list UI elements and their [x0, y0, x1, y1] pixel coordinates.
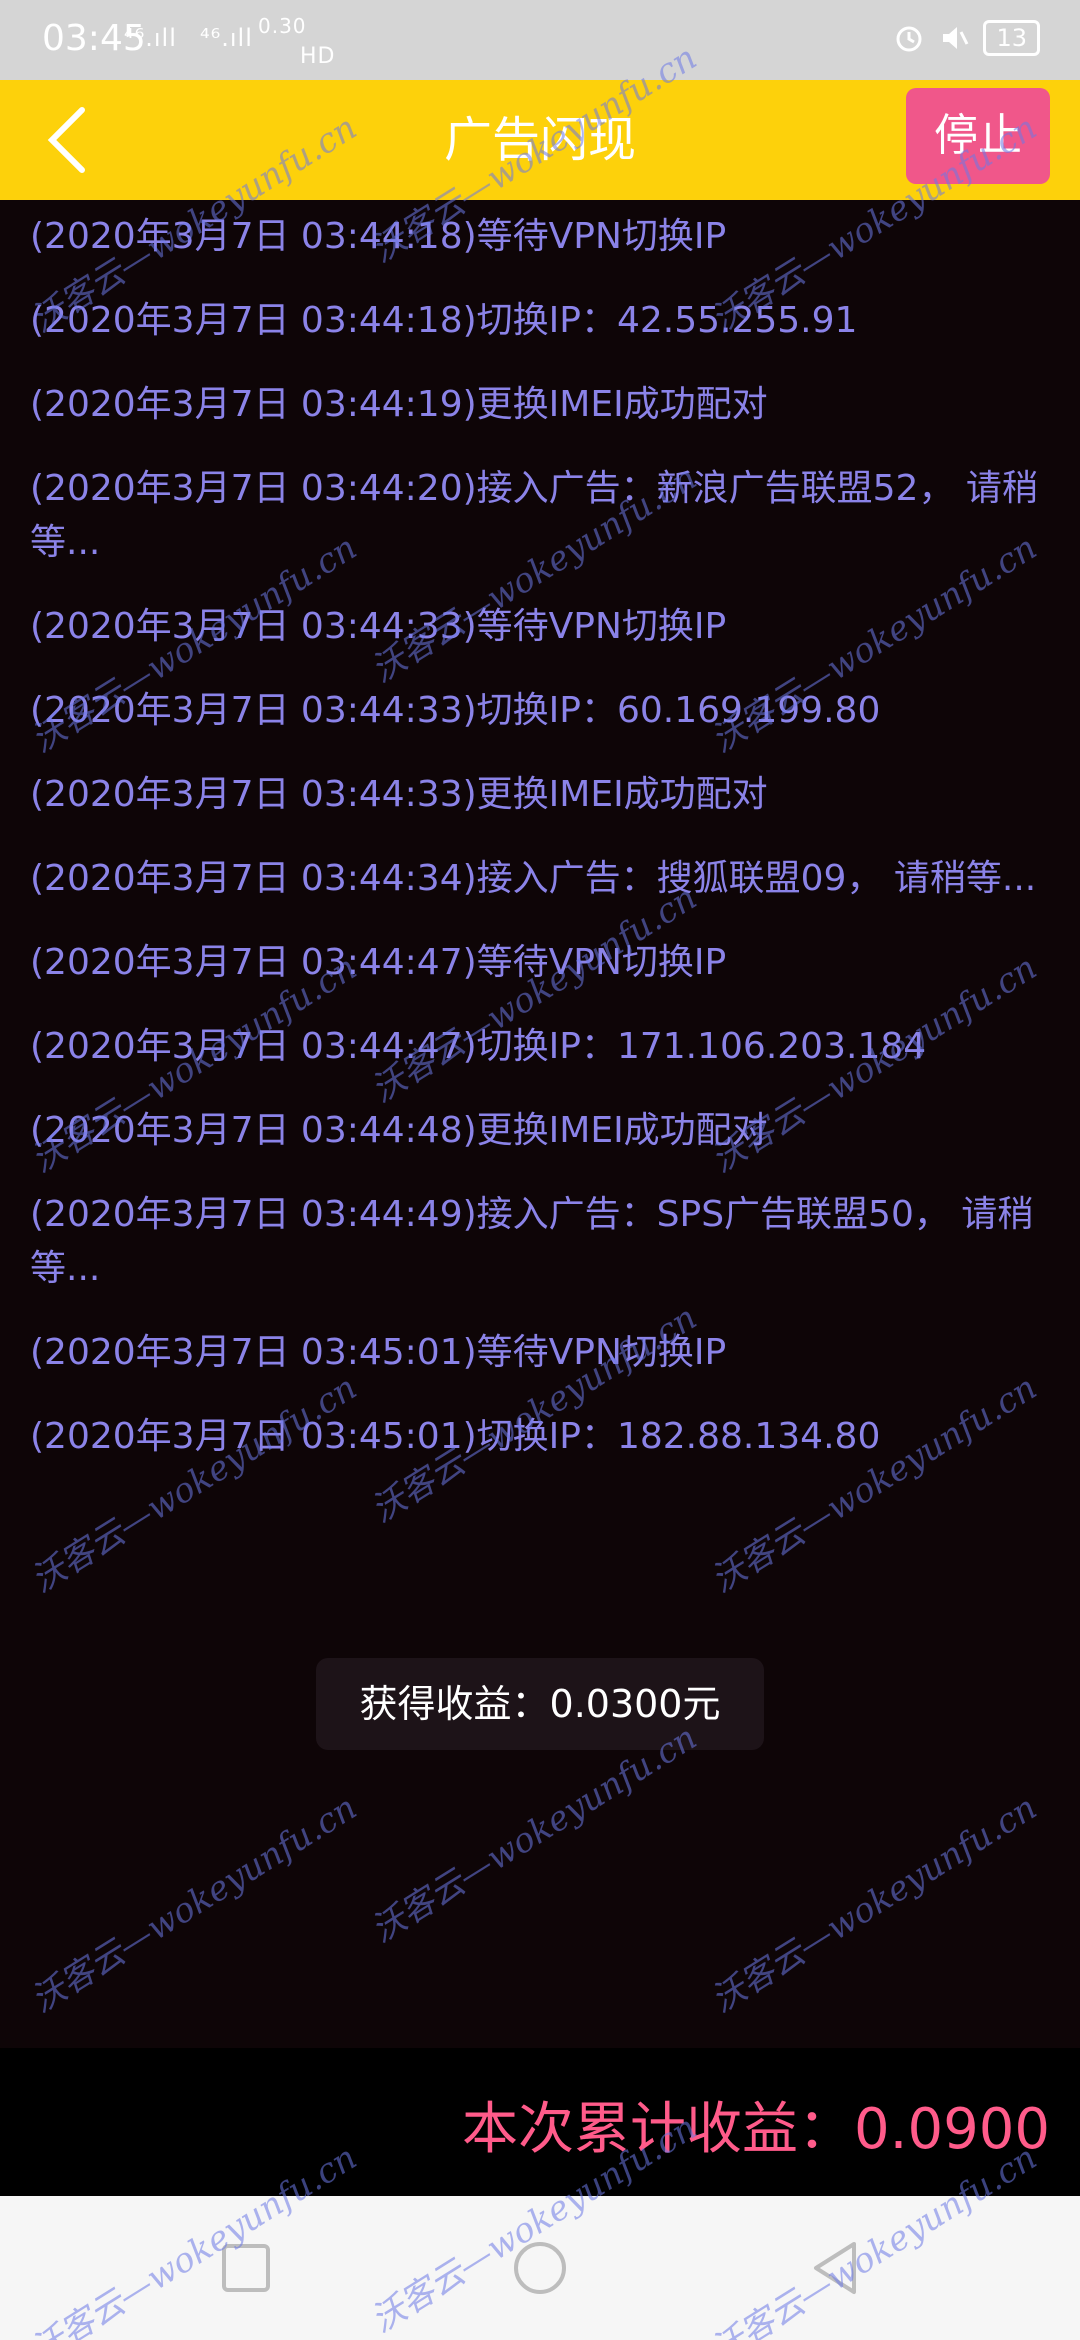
status-right: 13 — [893, 20, 1040, 56]
log-item: (2020年3月7日 03:44:49)接入广告：SPS广告联盟50， 请稍等.… — [30, 1194, 1034, 1289]
cell-signal-icon: ⁴⁶.ıll — [124, 24, 177, 52]
back-nav-button[interactable] — [806, 2238, 866, 2298]
cumulative-earnings-bar: 本次累计收益：0.0900 — [0, 2048, 1080, 2196]
log-item: (2020年3月7日 03:44:18)切换IP：42.55.255.91 — [30, 300, 858, 341]
recents-button[interactable] — [216, 2238, 276, 2298]
hd-badge: HD — [300, 44, 336, 69]
vibrate-icon — [943, 27, 969, 49]
log-item: (2020年3月7日 03:44:33)等待VPN切换IP — [30, 606, 727, 647]
back-button[interactable] — [26, 98, 110, 182]
system-nav-bar — [0, 2196, 1080, 2340]
log-item: (2020年3月7日 03:45:01)切换IP：182.88.134.80 — [30, 1416, 881, 1457]
network-speed: 0.30 — [258, 14, 307, 38]
watermark: 沃客云—wokeyunfu.cn — [704, 1787, 1044, 2021]
log-item: (2020年3月7日 03:44:20)接入广告：新浪广告联盟52， 请稍等..… — [30, 468, 1038, 563]
cumulative-earnings-text: 本次累计收益：0.0900 — [462, 2097, 1050, 2162]
log-item: (2020年3月7日 03:45:01)等待VPN切换IP — [30, 1332, 727, 1373]
watermark: 沃客云—wokeyunfu.cn — [24, 1787, 364, 2021]
log-item: (2020年3月7日 03:44:33)更换IMEI成功配对 — [30, 774, 768, 815]
status-bar: 03:45 ⁴⁶.ıll ⁴⁶.ıll 0.30 HD 13 — [0, 0, 1080, 80]
log-item: (2020年3月7日 03:44:47)切换IP：171.106.203.184 — [30, 1026, 927, 1067]
log-list: (2020年3月7日 03:44:18)等待VPN切换IP (2020年3月7日… — [30, 210, 1060, 1494]
stop-button[interactable]: 停止 — [906, 88, 1050, 184]
log-item: (2020年3月7日 03:44:48)更换IMEI成功配对 — [30, 1110, 768, 1151]
app-bar: 广告闪现 停止 — [0, 80, 1080, 200]
log-item: (2020年3月7日 03:44:47)等待VPN切换IP — [30, 942, 727, 983]
alarm-icon — [896, 26, 922, 52]
log-item: (2020年3月7日 03:44:34)接入广告：搜狐联盟09， 请稍等... — [30, 858, 1037, 899]
log-item: (2020年3月7日 03:44:33)切换IP：60.169.199.80 — [30, 690, 881, 731]
cell-signal-icon: ⁴⁶.ıll — [200, 24, 253, 52]
chevron-left-icon — [47, 107, 85, 173]
log-item: (2020年3月7日 03:44:18)等待VPN切换IP — [30, 216, 727, 257]
battery-icon: 13 — [983, 20, 1040, 56]
home-button[interactable] — [510, 2238, 570, 2298]
log-item: (2020年3月7日 03:44:19)更换IMEI成功配对 — [30, 384, 768, 425]
earnings-toast: 获得收益：0.0300元 — [316, 1658, 764, 1750]
